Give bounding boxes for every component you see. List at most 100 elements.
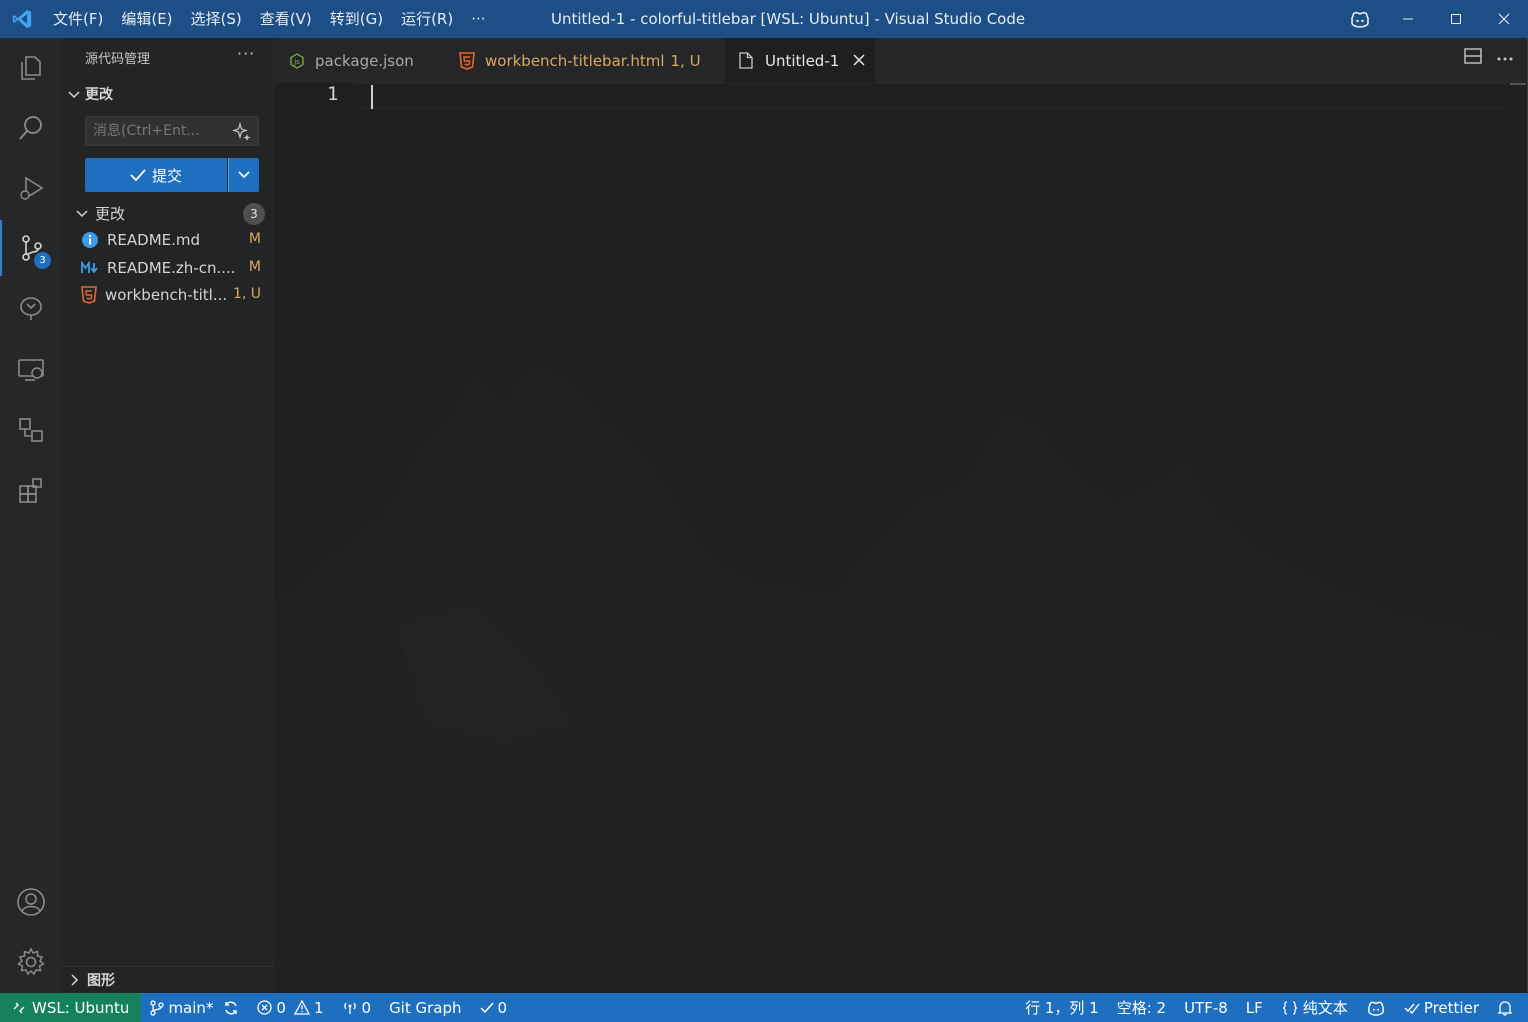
chevron-down-icon: [238, 171, 250, 179]
graph-section-title: 图形: [87, 973, 115, 989]
menu-selection[interactable]: 选择(S): [182, 0, 251, 38]
chevron-down-icon: [76, 210, 88, 218]
indentation-label: 空格: 2: [1116, 999, 1167, 1017]
menu-edit[interactable]: 编辑(E): [112, 0, 181, 38]
ports-indicator[interactable]: 0: [333, 993, 381, 1022]
notifications-bell-icon[interactable]: [1488, 993, 1522, 1022]
braces-icon: [1282, 1000, 1297, 1015]
changes-section-header[interactable]: 更改: [67, 84, 113, 104]
explorer-icon[interactable]: [0, 40, 61, 96]
menu-run[interactable]: 运行(R): [392, 0, 462, 38]
remote-label: WSL: Ubuntu: [32, 998, 130, 1017]
markdown-icon: [81, 261, 98, 274]
maximize-icon[interactable]: [1432, 0, 1480, 38]
branch-name: main*: [168, 998, 214, 1017]
changes-group[interactable]: 更改 3: [75, 202, 265, 225]
editor-area[interactable]: 1: [275, 83, 1528, 993]
list-item[interactable]: workbench-titl... 1, U: [81, 283, 261, 307]
chevron-down-icon: [68, 91, 80, 99]
git-graph-icon[interactable]: [0, 280, 61, 336]
double-check-icon: [1404, 1003, 1420, 1014]
check-icon: [479, 1002, 494, 1013]
sparkle-icon[interactable]: [231, 121, 252, 146]
copilot-icon[interactable]: [1336, 0, 1384, 38]
tab-workbench-titlebar[interactable]: workbench-titlebar.html 1, U: [445, 38, 725, 83]
list-item[interactable]: README.zh-cn.... M: [81, 256, 261, 280]
prettier-label: Prettier: [1423, 998, 1479, 1017]
encoding[interactable]: UTF-8: [1175, 993, 1237, 1022]
branch-indicator[interactable]: main*: [141, 993, 248, 1022]
title-bar: 文件(F) 编辑(E) 选择(S) 查看(V) 转到(G) 运行(R) ··· …: [0, 0, 1528, 38]
more-actions-icon[interactable]: ···: [237, 44, 255, 63]
tab-label: workbench-titlebar.html: [485, 51, 665, 70]
split-editor-icon[interactable]: [1464, 48, 1482, 68]
close-window-icon[interactable]: [1480, 0, 1528, 38]
cursor-position-label: 行 1，列 1: [1025, 999, 1099, 1017]
file-name: README.zh-cn....: [107, 259, 236, 277]
source-control-icon[interactable]: 3: [0, 220, 61, 276]
close-icon[interactable]: [853, 52, 865, 70]
file-status: 1, U: [232, 286, 261, 302]
problems-indicator[interactable]: 0 1: [248, 993, 332, 1022]
copilot-status-icon[interactable]: [1357, 993, 1395, 1022]
svg-text:js: js: [293, 58, 300, 66]
run-debug-icon[interactable]: [0, 160, 61, 216]
tab-label: Untitled-1: [765, 51, 840, 70]
end-of-line[interactable]: LF: [1237, 993, 1272, 1022]
menu-view[interactable]: 查看(V): [251, 0, 321, 38]
extensions-remote-icon[interactable]: [0, 402, 61, 458]
current-line-highlight: [355, 83, 1505, 109]
commit-button[interactable]: 提交: [85, 158, 227, 192]
file-status: M: [248, 259, 261, 275]
status-bar: WSL: Ubuntu main* 0 1 0 Git Graph 0 行 1，…: [0, 993, 1528, 1022]
ports-count: 0: [361, 998, 372, 1017]
git-graph-label: Git Graph: [389, 998, 462, 1017]
file-icon: [739, 52, 753, 69]
prettier-status[interactable]: Prettier: [1395, 993, 1488, 1022]
editor-tab-bar: js package.json workbench-titlebar.html …: [275, 38, 1528, 83]
check-icon: [130, 169, 146, 182]
indentation[interactable]: 空格: 2: [1108, 993, 1175, 1022]
tab-status: 1, U: [670, 51, 701, 70]
sync-icon[interactable]: [223, 1000, 239, 1016]
git-branch-icon: [150, 999, 165, 1016]
menu-file[interactable]: 文件(F): [44, 0, 112, 38]
background-mountain-image: [275, 363, 1528, 993]
sidebar-title: 源代码管理: [85, 52, 151, 67]
menu-more[interactable]: ···: [462, 0, 494, 38]
menu-go[interactable]: 转到(G): [321, 0, 392, 38]
commit-message-field[interactable]: [85, 116, 259, 146]
changes-label: 更改: [95, 204, 126, 223]
remote-icon: [13, 1002, 25, 1013]
section-title: 更改: [85, 87, 113, 103]
json-icon: js: [290, 52, 304, 69]
list-item[interactable]: README.md M: [81, 228, 261, 252]
git-graph-button[interactable]: Git Graph: [380, 993, 470, 1022]
tab-package-json[interactable]: js package.json: [275, 38, 445, 83]
activity-bar: 3: [0, 38, 61, 993]
search-icon[interactable]: [0, 100, 61, 156]
remote-explorer-icon[interactable]: [0, 342, 61, 398]
account-icon[interactable]: [0, 874, 61, 930]
extensions-icon[interactable]: [0, 462, 61, 518]
remote-indicator[interactable]: WSL: Ubuntu: [0, 993, 142, 1022]
commit-message-input[interactable]: [86, 123, 226, 139]
minimize-icon[interactable]: [1384, 0, 1432, 38]
scm-badge: 3: [34, 252, 51, 269]
file-name: workbench-titl...: [105, 286, 228, 304]
commit-dropdown-button[interactable]: [228, 158, 259, 192]
more-actions-icon[interactable]: [1496, 50, 1514, 66]
menu-bar: 文件(F) 编辑(E) 选择(S) 查看(V) 转到(G) 运行(R) ···: [44, 0, 495, 38]
warning-icon: [293, 1000, 310, 1015]
language-mode[interactable]: 纯文本: [1272, 993, 1357, 1022]
tab-untitled-1[interactable]: Untitled-1: [725, 38, 875, 83]
cursor-position[interactable]: 行 1，列 1: [1016, 993, 1108, 1022]
chevron-right-icon: [71, 974, 79, 986]
text-cursor: [371, 85, 373, 109]
html5-icon: [81, 286, 97, 304]
settings-gear-icon[interactable]: [0, 934, 61, 990]
graph-section-header[interactable]: 图形: [61, 966, 275, 993]
eol-label: LF: [1245, 998, 1263, 1017]
checks-indicator[interactable]: 0: [471, 993, 517, 1022]
window-title: Untitled-1 - colorful-titlebar [WSL: Ubu…: [551, 10, 1026, 28]
